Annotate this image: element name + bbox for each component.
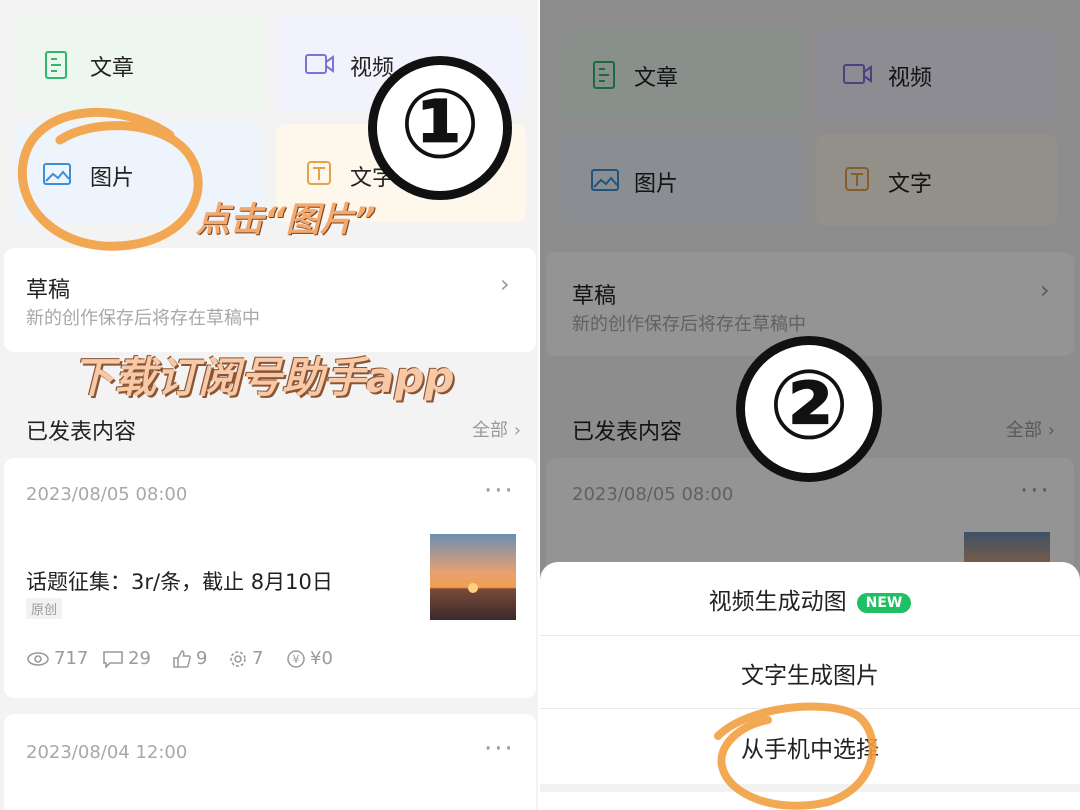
shares-stat: 7 bbox=[228, 648, 263, 669]
video-icon bbox=[305, 54, 334, 74]
drafts-subtitle: 新的创作保存后将存在草稿中 bbox=[26, 308, 260, 329]
original-tag: 原创 bbox=[26, 598, 63, 619]
left-screenshot: 文章 视频 图片 文字 草稿 新的创作保存后将存在草稿中 › 已发表内容 全部 bbox=[0, 0, 540, 810]
tile-article-label: 文章 bbox=[90, 56, 135, 81]
highlight-circle bbox=[714, 702, 877, 810]
new-badge: NEW bbox=[856, 592, 912, 613]
post-card[interactable]: 2023/08/05 08:00 ··· 话题征集：3r/条，截止 8月10日 … bbox=[4, 458, 536, 698]
sheet-option-video-to-gif[interactable]: 视频生成动图 NEW bbox=[540, 582, 1080, 616]
earnings-stat: ¥ ¥0 bbox=[286, 648, 333, 669]
svg-text:¥: ¥ bbox=[293, 653, 300, 666]
chevron-right-icon: › bbox=[500, 270, 510, 298]
click-image-hint: 点击“图片” bbox=[196, 200, 376, 240]
comments-stat: 29 bbox=[102, 648, 151, 669]
chevron-right-icon: › bbox=[513, 420, 521, 441]
post-thumbnail bbox=[430, 534, 516, 620]
likes-stat: 9 bbox=[172, 648, 207, 669]
right-screenshot: 文章 视频 图片 文字 草稿 新的创作保存后将存在草稿中 › 已发表内容 全部 … bbox=[540, 0, 1080, 810]
drafts-title: 草稿 bbox=[26, 278, 71, 303]
separator bbox=[540, 635, 1080, 636]
post-date: 2023/08/04 12:00 bbox=[26, 742, 188, 763]
sheet-option-text-to-image[interactable]: 文字生成图片 bbox=[540, 656, 1080, 690]
more-icon[interactable]: ··· bbox=[484, 476, 515, 506]
gear-icon bbox=[230, 650, 246, 667]
text-icon bbox=[307, 161, 331, 185]
post-card[interactable]: 2023/08/04 12:00 ··· bbox=[4, 714, 536, 810]
highlight-circle bbox=[17, 107, 203, 251]
more-icon[interactable]: ··· bbox=[484, 734, 515, 764]
article-icon bbox=[45, 51, 67, 79]
yuan-icon: ¥ bbox=[287, 649, 305, 668]
download-app-hint: 下载订阅号助手app bbox=[72, 353, 455, 402]
eye-icon bbox=[27, 651, 49, 666]
post-date: 2023/08/05 08:00 bbox=[26, 484, 188, 505]
published-all-link[interactable]: 全部 › bbox=[472, 416, 521, 442]
comment-icon bbox=[103, 650, 123, 668]
published-title: 已发表内容 bbox=[26, 420, 137, 445]
step-2-badge: ② bbox=[736, 336, 882, 482]
step-1-badge: ① bbox=[368, 56, 512, 200]
post-title: 话题征集：3r/条，截止 8月10日 bbox=[26, 570, 333, 594]
views-stat: 717 bbox=[26, 648, 88, 669]
thumbs-up-icon bbox=[173, 649, 191, 668]
